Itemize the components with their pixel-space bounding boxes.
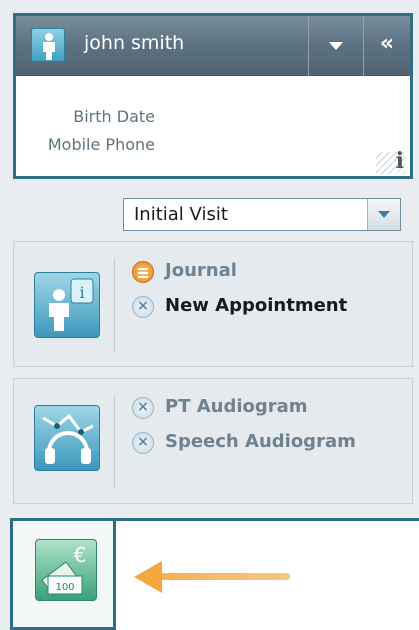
journal-icon (132, 261, 154, 283)
banknote-value: 100 (55, 582, 74, 593)
euro-money-icon[interactable]: € 100 (35, 539, 97, 601)
journal-label: Journal (165, 260, 237, 281)
billing-tile[interactable]: € 100 (10, 518, 116, 630)
panel-divider (114, 258, 115, 352)
pointer-arrow-icon (134, 561, 162, 593)
audiogram-headphones-icon[interactable] (34, 405, 100, 471)
patient-card: john smith « Birth Date Mobile Phone i (13, 13, 413, 179)
pointer-arrow-shaft (155, 573, 290, 580)
info-icon[interactable]: i (396, 148, 404, 174)
euro-symbol: € (74, 543, 87, 567)
close-circle-icon: × (132, 432, 154, 454)
new-appointment-label: New Appointment (165, 295, 348, 316)
patient-details: Birth Date Mobile Phone i (16, 76, 410, 176)
speech-audiogram-label: Speech Audiogram (165, 431, 356, 452)
close-circle-icon: × (132, 296, 154, 318)
patient-header[interactable]: john smith « (16, 16, 410, 76)
chevron-down-icon (378, 211, 390, 218)
visit-actions-panel: i Journal × New Appointment (13, 241, 413, 367)
close-circle-icon: × (132, 397, 154, 419)
audiogram-panel: × PT Audiogram × Speech Audiogram (13, 378, 413, 504)
collapse-panel-button[interactable]: « (364, 16, 410, 76)
patient-name: john smith (84, 32, 185, 54)
patient-dropdown-button[interactable] (309, 16, 363, 76)
patient-avatar-icon (31, 28, 65, 62)
birth-date-label: Birth Date (73, 107, 155, 126)
app-root: john smith « Birth Date Mobile Phone i I… (0, 0, 419, 630)
pt-audiogram-label: PT Audiogram (165, 396, 308, 417)
person-info-icon[interactable]: i (34, 272, 100, 338)
svg-text:i: i (79, 283, 84, 302)
visit-type-value: Initial Visit (134, 204, 228, 225)
mobile-phone-label: Mobile Phone (47, 135, 155, 154)
visit-type-dropdown-button[interactable] (367, 199, 400, 230)
visit-type-select[interactable]: Initial Visit (123, 198, 401, 231)
chevron-down-icon (329, 42, 343, 50)
panel-divider (114, 395, 115, 489)
